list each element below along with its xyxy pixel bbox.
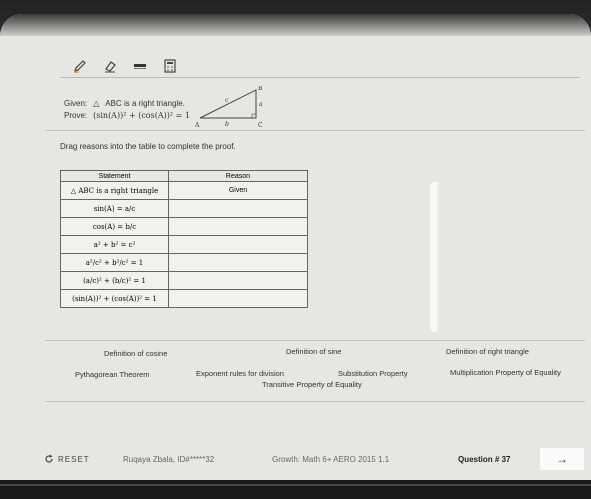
prove-label: Prove:	[64, 111, 88, 120]
vertex-a-label: A	[194, 122, 200, 129]
given-label: Given:	[64, 99, 88, 108]
reset-icon	[45, 454, 53, 463]
statement-cell: sin(A) = a/c	[60, 199, 169, 218]
next-button[interactable]: →	[540, 448, 584, 470]
table-row: a²/c² + b²/c² = 1	[60, 253, 308, 272]
side-a-label: a	[259, 101, 263, 108]
table-row: (a/c)² + (b/c)² = 1	[60, 271, 308, 290]
reason-cell: Given	[168, 181, 308, 200]
statement-cell: cos(A) = b/c	[60, 217, 169, 236]
given-text: ABC is a right triangle.	[105, 99, 185, 108]
student-info: Ruqaya Zbala, ID#*****32	[123, 455, 215, 464]
reason-chip-exponent-rules[interactable]: Exponent rules for division	[196, 369, 284, 378]
course-info: Growth: Math 6+ AERO 2015 1.1	[272, 455, 390, 464]
reason-chip-definition-of-sine[interactable]: Definition of sine	[286, 347, 341, 356]
vertex-b-label: B	[258, 86, 263, 92]
tool-bar	[60, 54, 580, 78]
reason-chip-transitive-property[interactable]: Transitive Property of Equality	[262, 380, 362, 389]
table-row: sin(A) = a/c	[60, 199, 308, 218]
prove-text: (sin(A))² + (cos(A))² = 1	[93, 111, 190, 120]
triangle-diagram: B A C c a b	[194, 86, 263, 129]
problem-statement: Given: △ ABC is a right triangle. Prove:…	[64, 98, 190, 122]
statement-cell: a² + b² = c²	[60, 235, 169, 254]
eraser-icon[interactable]	[102, 58, 118, 74]
reason-chip-pythagorean-theorem[interactable]: Pythagorean Theorem	[75, 370, 150, 379]
statement-cell: (sin(A))² + (cos(A))² = 1	[60, 289, 169, 308]
reason-chip-definition-of-right-triangle[interactable]: Definition of right triangle	[446, 347, 529, 356]
statement-cell: a²/c² + b²/c² = 1	[60, 253, 169, 272]
reason-chip-multiplication-property[interactable]: Multiplication Property of Equality	[450, 368, 561, 377]
proof-table: Statement Reason △ ABC is a right triang…	[60, 170, 308, 308]
arrow-right-icon: →	[556, 452, 568, 466]
statement-cell: (a/c)² + (b/c)² = 1	[60, 271, 169, 290]
statement-cell: △ ABC is a right triangle	[60, 181, 169, 200]
table-row: a² + b² = c²	[60, 235, 308, 254]
highlighter-icon[interactable]	[132, 58, 148, 74]
question-number: Question # 37	[458, 455, 511, 464]
pencil-icon[interactable]	[72, 58, 88, 74]
header-reason: Reason	[168, 170, 308, 182]
device-bezel-bottom	[0, 480, 591, 499]
reason-drop-slot[interactable]	[168, 289, 308, 308]
triangle-symbol-icon: △	[93, 99, 100, 108]
table-row: △ ABC is a right triangle Given	[60, 181, 308, 200]
reason-chip-definition-of-cosine[interactable]: Definition of cosine	[104, 349, 167, 358]
reason-drop-slot[interactable]	[168, 271, 308, 290]
reason-chip-substitution-property[interactable]: Substitution Property	[338, 369, 408, 378]
table-row: (sin(A))² + (cos(A))² = 1	[60, 289, 308, 308]
header-statement: Statement	[60, 170, 169, 182]
table-row: cos(A) = b/c	[60, 217, 308, 236]
reason-drop-slot[interactable]	[168, 253, 308, 272]
reset-button[interactable]: RESET	[44, 454, 90, 464]
divider	[45, 130, 585, 131]
instructions: Drag reasons into the table to complete …	[60, 142, 236, 151]
side-b-label: b	[225, 121, 229, 128]
reset-label: RESET	[58, 454, 90, 464]
vertex-c-label: C	[258, 122, 263, 129]
reason-drop-slot[interactable]	[168, 199, 308, 218]
calculator-icon[interactable]	[162, 58, 178, 74]
screen-glare	[430, 182, 440, 332]
side-c-label: c	[225, 97, 229, 104]
reason-drop-slot[interactable]	[168, 217, 308, 236]
reason-drop-slot[interactable]	[168, 235, 308, 254]
